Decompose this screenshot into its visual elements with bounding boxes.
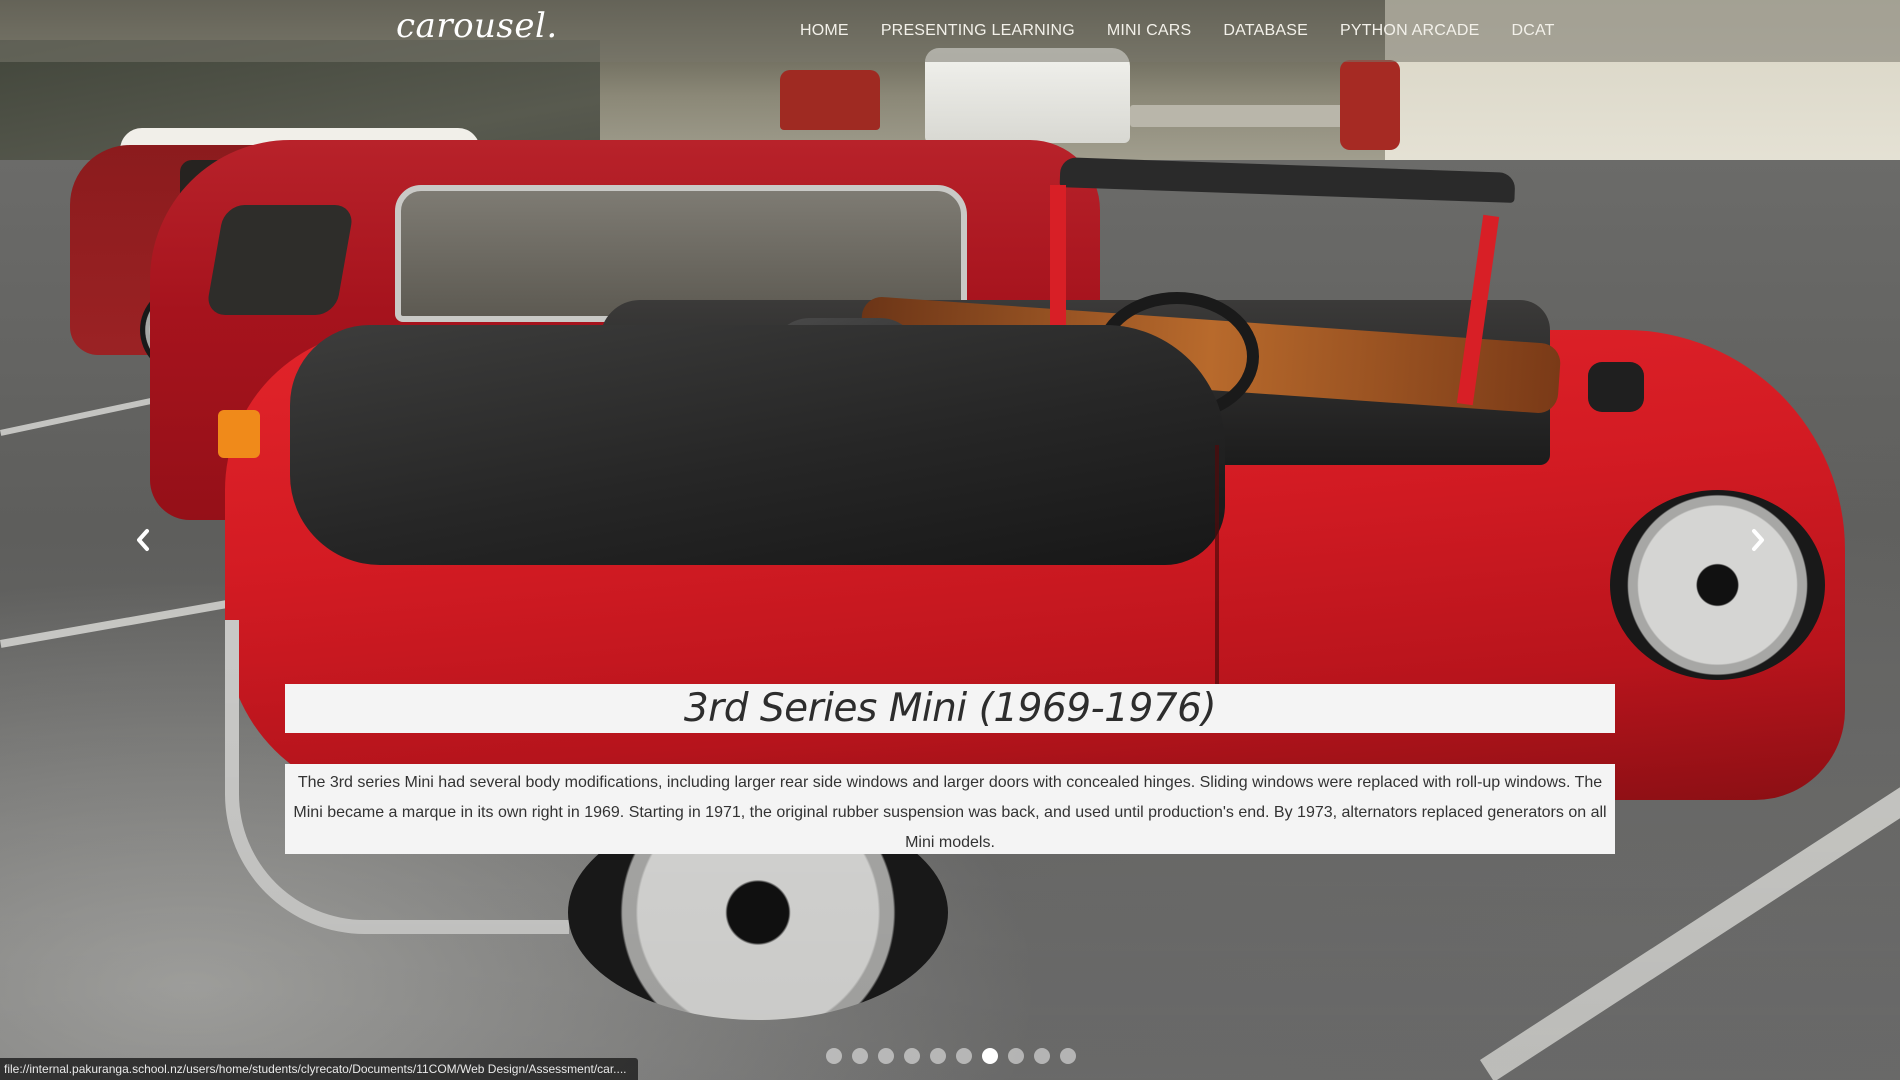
- browser-status-url: file://internal.pakuranga.school.nz/user…: [0, 1058, 638, 1080]
- carousel-indicator-dot[interactable]: [826, 1048, 842, 1064]
- navbar: carousel. HOME PRESENTING LEARNING MINI …: [0, 0, 1900, 62]
- nav-link-database[interactable]: DATABASE: [1207, 22, 1324, 40]
- carousel-indicator-dot[interactable]: [956, 1048, 972, 1064]
- carousel-indicator-dot[interactable]: [1008, 1048, 1024, 1064]
- carousel-indicator-dot[interactable]: [904, 1048, 920, 1064]
- slide-caption-title: 3rd Series Mini (1969-1976): [285, 684, 1615, 733]
- nav-link-home[interactable]: HOME: [784, 22, 865, 40]
- nav-link-mini-cars[interactable]: MINI CARS: [1091, 22, 1207, 40]
- chevron-left-icon: [137, 529, 149, 551]
- carousel-indicator-dot[interactable]: [878, 1048, 894, 1064]
- slide-background-photo: [0, 0, 1900, 1080]
- carousel-indicator-dot[interactable]: [852, 1048, 868, 1064]
- slide-caption-description: The 3rd series Mini had several body mod…: [285, 764, 1615, 854]
- carousel-next-button[interactable]: [1743, 522, 1773, 558]
- carousel-prev-button[interactable]: [128, 522, 158, 558]
- nav-links: HOME PRESENTING LEARNING MINI CARS DATAB…: [784, 0, 1571, 62]
- brand-logo[interactable]: carousel.: [396, 6, 558, 46]
- carousel-indicators: [826, 1047, 1076, 1065]
- carousel-indicator-dot[interactable]: [1034, 1048, 1050, 1064]
- nav-link-presenting-learning[interactable]: PRESENTING LEARNING: [865, 22, 1091, 40]
- nav-link-dcat[interactable]: DCAT: [1495, 22, 1570, 40]
- chevron-right-icon: [1752, 529, 1764, 551]
- carousel-indicator-dot[interactable]: [982, 1048, 998, 1064]
- nav-link-python-arcade[interactable]: PYTHON ARCADE: [1324, 22, 1496, 40]
- carousel-indicator-dot[interactable]: [930, 1048, 946, 1064]
- carousel-indicator-dot[interactable]: [1060, 1048, 1076, 1064]
